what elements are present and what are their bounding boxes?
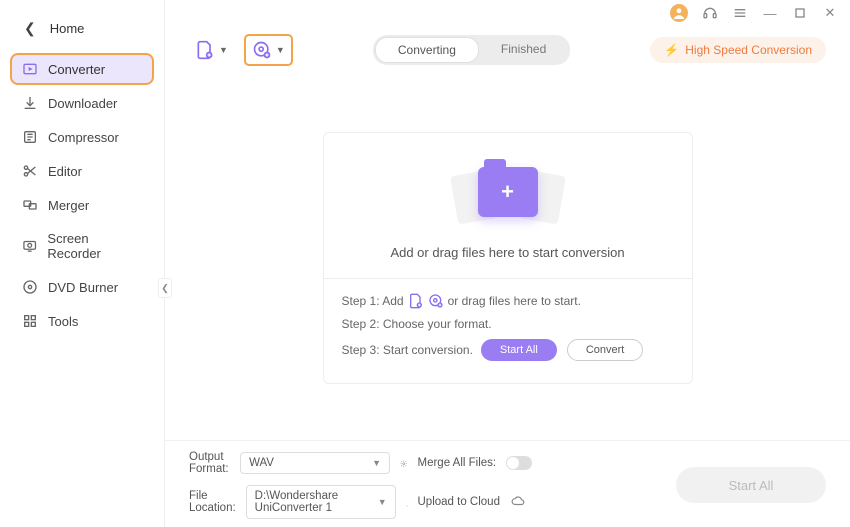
nav-label: Converter: [48, 62, 105, 77]
nav-label: Screen Recorder: [47, 231, 142, 261]
add-from-device-button[interactable]: ▼: [244, 34, 293, 66]
add-disc-icon: [252, 40, 272, 60]
folder-illustration: +: [448, 155, 568, 235]
output-format-row: Output Format: WAV ▼: [189, 451, 408, 475]
output-format-label: Output Format:: [189, 451, 230, 475]
compressor-icon: [22, 129, 38, 145]
nav-label: Tools: [48, 314, 78, 329]
nav-label: Compressor: [48, 130, 119, 145]
sidebar-item-converter[interactable]: Converter: [10, 53, 154, 85]
nav-label: Merger: [48, 198, 89, 213]
sidebar-item-merger[interactable]: Merger: [10, 189, 154, 221]
nav-list: Converter Downloader Compressor Editor M…: [0, 53, 164, 337]
merge-row: Merge All Files:: [418, 456, 637, 470]
avatar[interactable]: [670, 4, 688, 22]
dropzone[interactable]: + Add or drag files here to start conver…: [323, 132, 693, 384]
sidebar-item-compressor[interactable]: Compressor: [10, 121, 154, 153]
grid-icon: [22, 313, 38, 329]
toolbar: ▼ ▼ Converting Finished ⚡ High Speed Con…: [165, 26, 850, 76]
sidebar-item-screen-recorder[interactable]: Screen Recorder: [10, 223, 154, 269]
dropzone-steps: Step 1: Add or drag files here to start.…: [324, 279, 692, 383]
home-link[interactable]: ❮ Home: [0, 14, 164, 53]
tab-finished[interactable]: Finished: [479, 37, 568, 63]
maximize-button[interactable]: [792, 5, 808, 21]
add-file-mini-icon[interactable]: [408, 293, 424, 309]
file-location-select[interactable]: D:\Wondershare UniConverter 1 ▼: [246, 485, 396, 519]
home-label: Home: [50, 21, 85, 36]
caret-down-icon: ▼: [372, 458, 381, 468]
high-speed-button[interactable]: ⚡ High Speed Conversion: [650, 37, 826, 63]
add-disc-mini-icon[interactable]: [428, 293, 444, 309]
plus-icon: +: [501, 179, 514, 205]
status-tabs: Converting Finished: [373, 35, 570, 65]
start-all-button[interactable]: Start All: [481, 339, 557, 361]
headset-icon[interactable]: [702, 5, 718, 21]
nav-label: Downloader: [48, 96, 117, 111]
caret-down-icon: ▼: [378, 497, 387, 507]
step-3: Step 3: Start conversion. Start All Conv…: [342, 339, 674, 361]
main-panel: — ✕ ▼ ▼ Converting Finished ⚡ High Speed…: [165, 0, 850, 527]
start-all-main-button[interactable]: Start All: [676, 467, 826, 503]
bottom-bar: Output Format: WAV ▼ Merge All Files: St…: [165, 440, 850, 527]
sidebar-collapse-button[interactable]: ❮: [158, 278, 172, 298]
download-icon: [22, 95, 38, 111]
add-file-button[interactable]: ▼: [189, 36, 234, 64]
sidebar-item-downloader[interactable]: Downloader: [10, 87, 154, 119]
cloud-icon[interactable]: [510, 494, 526, 511]
sidebar-item-tools[interactable]: Tools: [10, 305, 154, 337]
scissors-icon: [22, 163, 38, 179]
merge-label: Merge All Files:: [418, 457, 497, 469]
merger-icon: [22, 197, 38, 213]
close-button[interactable]: ✕: [822, 5, 838, 21]
caret-down-icon: ▼: [276, 45, 285, 55]
sidebar-item-dvd-burner[interactable]: DVD Burner: [10, 271, 154, 303]
converter-icon: [22, 61, 38, 77]
bolt-icon: ⚡: [664, 43, 679, 57]
merge-toggle[interactable]: [506, 456, 532, 470]
title-bar: — ✕: [165, 0, 850, 26]
disc-icon: [22, 279, 38, 295]
upload-label: Upload to Cloud: [418, 496, 500, 508]
upload-row: Upload to Cloud: [418, 494, 637, 511]
nav-label: Editor: [48, 164, 82, 179]
output-format-select[interactable]: WAV ▼: [240, 452, 390, 474]
caret-down-icon: ▼: [219, 45, 228, 55]
convert-button[interactable]: Convert: [567, 339, 644, 361]
step-1: Step 1: Add or drag files here to start.: [342, 293, 674, 309]
add-file-icon: [195, 40, 215, 60]
sidebar-item-editor[interactable]: Editor: [10, 155, 154, 187]
file-location-row: File Location: D:\Wondershare UniConvert…: [189, 485, 408, 519]
record-icon: [22, 238, 37, 254]
dropzone-top: + Add or drag files here to start conver…: [324, 133, 692, 279]
tab-converting[interactable]: Converting: [375, 37, 479, 63]
dropzone-title: Add or drag files here to start conversi…: [390, 245, 624, 260]
chevron-left-icon: ❮: [24, 20, 36, 37]
nav-label: DVD Burner: [48, 280, 118, 295]
gear-icon[interactable]: [400, 456, 407, 471]
folder-open-icon[interactable]: [406, 495, 408, 510]
content-area: + Add or drag files here to start conver…: [165, 76, 850, 440]
step-2: Step 2: Choose your format.: [342, 317, 674, 331]
minimize-button[interactable]: —: [762, 5, 778, 21]
sidebar: ❮ Home Converter Downloader Compressor E…: [0, 0, 165, 527]
file-location-label: File Location:: [189, 490, 236, 514]
menu-icon[interactable]: [732, 5, 748, 21]
high-speed-label: High Speed Conversion: [685, 43, 812, 57]
